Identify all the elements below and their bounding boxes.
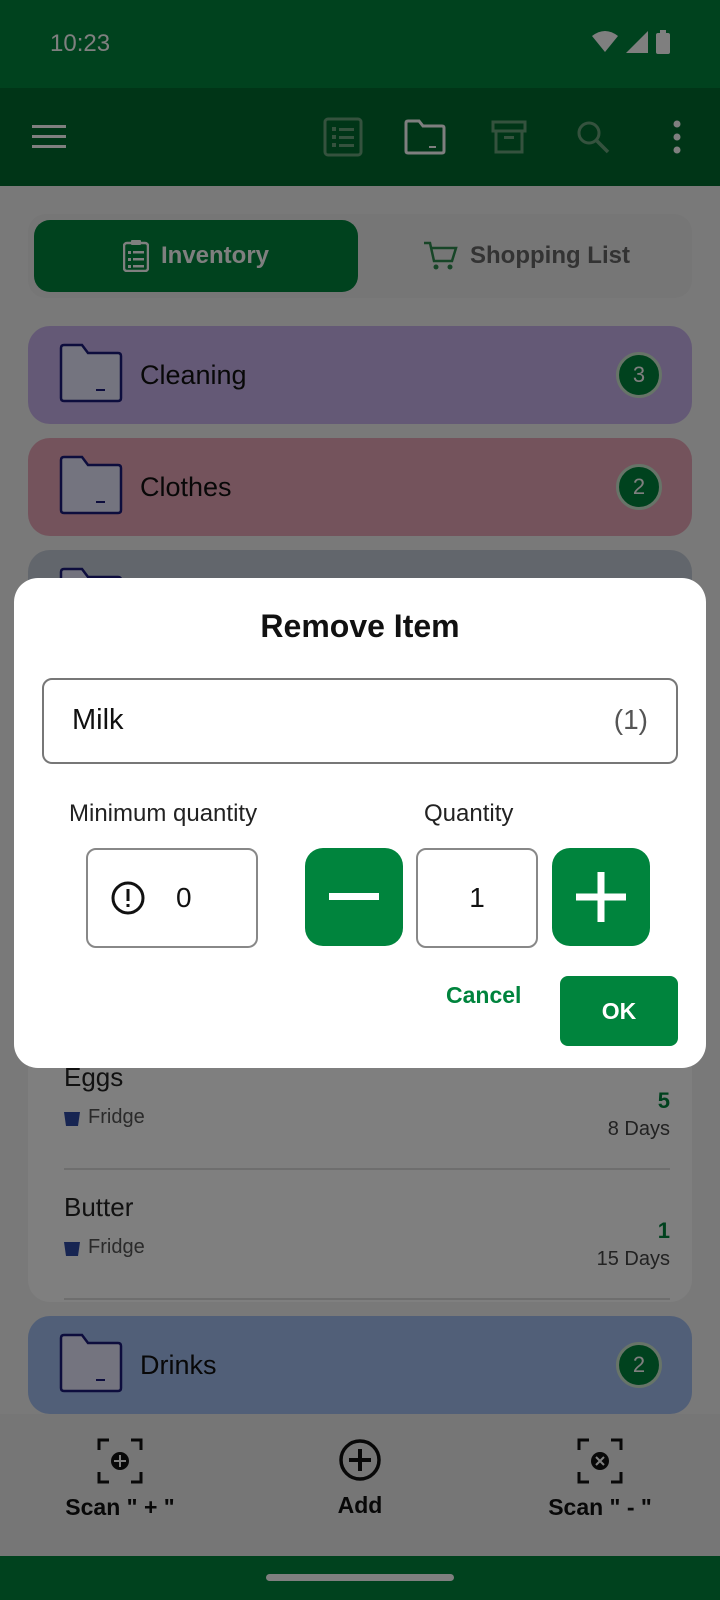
ok-button[interactable]: OK <box>560 976 678 1046</box>
dialog-title: Remove Item <box>260 608 460 644</box>
min-quantity-field[interactable]: 0 <box>86 848 258 948</box>
plus-icon <box>576 872 626 922</box>
item-count: (1) <box>613 704 648 735</box>
cancel-button[interactable]: Cancel <box>446 982 521 1009</box>
quantity-label: Quantity <box>424 800 514 827</box>
increment-button[interactable] <box>552 848 650 946</box>
decrement-button[interactable] <box>305 848 403 946</box>
alert-circle-icon <box>111 881 145 915</box>
quantity-field[interactable]: 1 <box>416 848 538 948</box>
quantity-value: 1 <box>469 882 485 913</box>
ok-label: OK <box>601 997 637 1024</box>
item-name-field[interactable]: Milk (1) <box>42 678 678 764</box>
min-quantity-label: Minimum quantity <box>69 800 258 827</box>
min-quantity-value: 0 <box>176 882 192 913</box>
remove-item-dialog: Remove Item Milk (1) Minimum quantity Qu… <box>14 578 706 1068</box>
item-name-value: Milk <box>72 704 124 736</box>
minus-icon <box>329 893 379 900</box>
